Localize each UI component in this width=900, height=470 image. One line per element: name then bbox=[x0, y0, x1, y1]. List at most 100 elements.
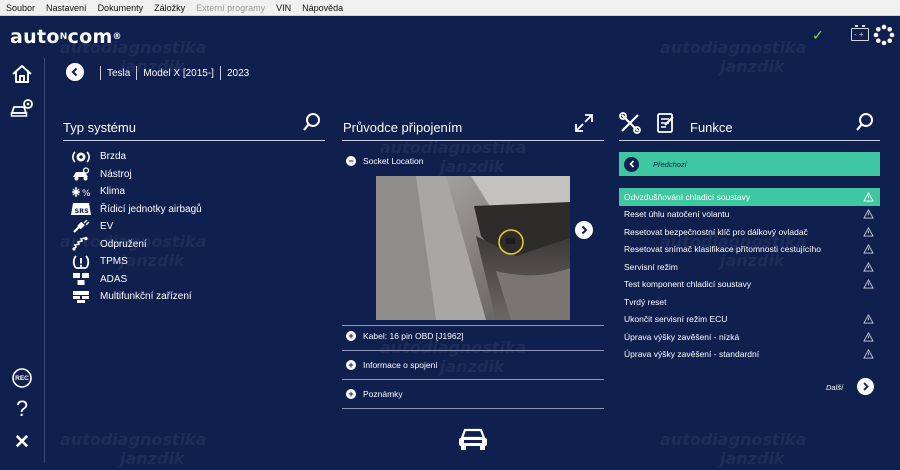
tpms-icon bbox=[70, 255, 92, 269]
back-button[interactable] bbox=[66, 63, 84, 81]
accordion-connection-info[interactable]: + Informace o spojení bbox=[346, 360, 604, 370]
previous-button[interactable]: Předchozí bbox=[619, 152, 880, 176]
connection-check-icon: ✓ bbox=[812, 27, 824, 43]
panel-rule bbox=[342, 140, 604, 141]
collapse-icon: − bbox=[346, 156, 356, 166]
breadcrumb: Tesla Model X [2015-] 2023 bbox=[94, 66, 249, 80]
warning-icon bbox=[863, 226, 874, 237]
watermark: autodiagnostika janzdik bbox=[660, 38, 807, 76]
settings-loader-icon[interactable] bbox=[873, 24, 895, 46]
connection-guide-title: Průvodce připojením bbox=[343, 120, 463, 135]
brake-icon bbox=[70, 150, 92, 164]
menu-bar: Soubor Nastavení Dokumenty Záložky Exter… bbox=[0, 0, 900, 16]
panel-rule bbox=[619, 140, 880, 141]
system-item-suspension[interactable]: Odpružení bbox=[70, 236, 310, 254]
accordion-socket-location[interactable]: − Socket Location bbox=[346, 156, 604, 166]
adas-icon bbox=[70, 272, 92, 286]
warning-icon bbox=[863, 209, 874, 219]
expand-plus-icon: + bbox=[346, 360, 356, 370]
multifunction-icon bbox=[70, 290, 92, 304]
chevron-left-icon bbox=[624, 156, 639, 172]
system-item-climate[interactable]: % Klima bbox=[70, 183, 310, 201]
climate-icon: % bbox=[70, 185, 92, 199]
system-item-tool[interactable]: Nástroj bbox=[70, 166, 310, 184]
system-item-tpms[interactable]: TPMS bbox=[70, 253, 310, 271]
home-icon[interactable] bbox=[10, 62, 34, 86]
app-logo: autoNcom® bbox=[10, 26, 122, 48]
breadcrumb-separator bbox=[100, 66, 101, 80]
expand-icon[interactable] bbox=[574, 113, 594, 133]
next-button[interactable] bbox=[857, 378, 874, 395]
function-item[interactable]: Odvzdušňování chladicí soustavy bbox=[619, 188, 880, 206]
socket-location-photo bbox=[376, 176, 570, 320]
document-icon[interactable] bbox=[656, 112, 676, 134]
breadcrumb-separator bbox=[136, 66, 138, 80]
warning-icon bbox=[863, 261, 874, 272]
accordion-divider bbox=[342, 350, 604, 351]
tool-icon bbox=[70, 167, 92, 181]
svg-text:%: % bbox=[82, 189, 91, 199]
menu-nastaveni[interactable]: Nastavení bbox=[46, 3, 87, 13]
breadcrumb-make[interactable]: Tesla bbox=[107, 68, 130, 79]
car-connect-icon[interactable] bbox=[456, 426, 490, 452]
function-item[interactable]: Servisní režim bbox=[619, 258, 880, 276]
function-item[interactable]: Resetovat bezpečnostní klíč pro dálkový … bbox=[619, 223, 880, 241]
accordion-cable[interactable]: + Kabel: 16 pin OBD [J1962] bbox=[346, 331, 604, 341]
rec-label: REC bbox=[15, 374, 29, 382]
next-label[interactable]: Další bbox=[826, 383, 843, 392]
expand-plus-icon: + bbox=[346, 389, 356, 399]
system-item-adas[interactable]: ADAS bbox=[70, 271, 310, 289]
accordion-divider bbox=[342, 408, 604, 409]
function-list: Odvzdušňování chladicí soustavy Reset úh… bbox=[619, 188, 880, 363]
function-item[interactable]: Úprava výšky zavěšení - nízká bbox=[619, 328, 880, 346]
system-type-list: Brzda Nástroj % Klima SRS Řídicí jednotk… bbox=[70, 148, 310, 306]
system-item-multifunction[interactable]: Multifunkční zařízení bbox=[70, 288, 310, 306]
accordion-divider bbox=[342, 379, 604, 380]
watermark: autodiagnostika janzdik bbox=[380, 338, 527, 376]
system-item-ev[interactable]: EV bbox=[70, 218, 310, 236]
warning-icon bbox=[863, 191, 874, 202]
breadcrumb-model[interactable]: Model X [2015-] bbox=[143, 68, 214, 79]
accordion-notes[interactable]: + Poznámky bbox=[346, 389, 604, 399]
menu-externi-programy: Externí programy bbox=[196, 2, 266, 13]
search-icon[interactable] bbox=[302, 112, 322, 132]
battery-icon: - + bbox=[851, 25, 869, 41]
functions-title: Funkce bbox=[690, 120, 733, 135]
watermark: autodiagnostika janzdik bbox=[660, 430, 807, 468]
menu-napoveda[interactable]: Nápověda bbox=[302, 3, 343, 13]
system-item-airbag[interactable]: SRS Řídicí jednotky airbagů bbox=[70, 201, 310, 219]
close-button[interactable]: ✕ bbox=[10, 430, 34, 454]
tools-icon[interactable] bbox=[619, 112, 641, 134]
sidebar-divider bbox=[44, 58, 45, 463]
record-button[interactable]: REC bbox=[10, 366, 34, 390]
warning-icon bbox=[863, 279, 874, 289]
accordion-divider bbox=[342, 325, 604, 326]
function-item[interactable]: Tvrdý reset bbox=[619, 293, 880, 311]
warning-icon bbox=[863, 244, 874, 254]
suspension-icon bbox=[70, 237, 92, 251]
menu-dokumenty[interactable]: Dokumenty bbox=[98, 3, 144, 13]
expand-plus-icon: + bbox=[346, 331, 356, 341]
ev-plug-icon bbox=[70, 219, 92, 234]
menu-soubor[interactable]: Soubor bbox=[6, 3, 35, 13]
srs-badge: SRS bbox=[75, 207, 90, 215]
function-item[interactable]: Ukončit servisní režim ECU bbox=[619, 311, 880, 329]
vehicle-diagnostics-icon[interactable] bbox=[10, 97, 34, 121]
function-item[interactable]: Test komponent chladicí soustavy bbox=[619, 276, 880, 294]
srs-icon: SRS bbox=[70, 202, 92, 216]
menu-zalozky[interactable]: Záložky bbox=[154, 3, 185, 13]
system-item-brake[interactable]: Brzda bbox=[70, 148, 310, 166]
search-icon[interactable] bbox=[855, 112, 875, 132]
panel-rule bbox=[63, 140, 325, 141]
function-item[interactable]: Reset úhlu natočení volantu bbox=[619, 206, 880, 224]
function-item[interactable]: Resetovat snímač klasifikace přítomnosti… bbox=[619, 241, 880, 259]
warning-icon bbox=[863, 331, 874, 342]
help-button[interactable]: ? bbox=[10, 396, 34, 421]
menu-vin[interactable]: VIN bbox=[276, 3, 291, 13]
function-item[interactable]: Úprava výšky zavěšení - standardní bbox=[619, 346, 880, 364]
next-image-button[interactable] bbox=[575, 221, 593, 239]
warning-icon bbox=[863, 314, 874, 324]
watermark: autodiagnostika janzdik bbox=[60, 430, 207, 468]
breadcrumb-separator bbox=[219, 66, 221, 80]
breadcrumb-year[interactable]: 2023 bbox=[227, 68, 249, 79]
